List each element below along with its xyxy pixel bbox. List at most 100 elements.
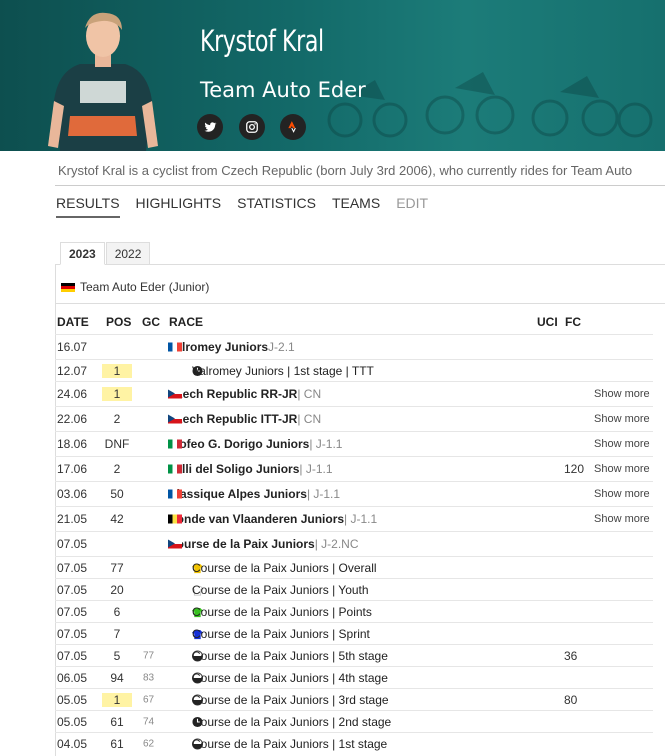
result-position: 5 xyxy=(113,648,121,663)
race-link[interactable]: Course de la Paix Juniors | 2nd stage xyxy=(192,715,391,729)
result-position: 1 xyxy=(102,692,132,707)
race-link[interactable]: Course de la Paix Juniors | 1st stage xyxy=(192,737,387,751)
result-date: 21.05 xyxy=(57,512,88,526)
table-row[interactable]: 04.05 61 62 Course de la Paix Juniors | 1st… xyxy=(55,732,653,754)
race-link[interactable]: Course de la Paix Juniors | Points xyxy=(192,605,372,619)
race-link[interactable]: Classique Alpes Juniors xyxy=(168,487,307,501)
table-row[interactable]: 21.05 42 Ronde van Vlaanderen Juniors | J-… xyxy=(55,506,653,531)
race-link[interactable]: Valli del Soligo Juniors xyxy=(168,462,299,476)
result-race: Classique Alpes Juniors | J-1.1 xyxy=(168,487,340,501)
result-date: 07.05 xyxy=(57,626,88,641)
table-row[interactable]: 03.06 50 Classique Alpes Juniors | J-1.1 Sh… xyxy=(55,481,653,506)
result-race: Course de la Paix Juniors | J-2.NC xyxy=(168,537,359,551)
instagram-icon[interactable] xyxy=(239,114,265,140)
table-row[interactable]: 06.05 94 83 Course de la Paix Juniors | 4th… xyxy=(55,666,653,688)
season-team[interactable]: Team Auto Eder (Junior) xyxy=(61,280,209,294)
table-row[interactable]: 07.05 7 Course de la Paix Juniors | Sprint xyxy=(55,622,653,644)
result-gc: 62 xyxy=(143,738,155,749)
race-link[interactable]: Ronde van Vlaanderen Juniors xyxy=(168,512,344,526)
table-row[interactable]: 07.05 5 77 Course de la Paix Juniors | 5th … xyxy=(55,644,653,666)
rider-team[interactable]: Team Auto Eder xyxy=(200,78,366,102)
race-link[interactable]: Valromey Juniors | 1st stage | TTT xyxy=(192,364,374,378)
result-race: Valli del Soligo Juniors | J-1.1 xyxy=(168,462,333,476)
table-row[interactable]: 07.05 20 Course de la Paix Juniors | Youth xyxy=(55,578,653,600)
result-date: 22.06 xyxy=(57,412,88,426)
tab-edit[interactable]: EDIT xyxy=(396,195,428,218)
race-link[interactable]: Course de la Paix Juniors | Sprint xyxy=(192,627,370,641)
result-date: 05.05 xyxy=(57,714,88,729)
table-row[interactable]: 12.07 1 Valromey Juniors | 1st stage | TTT xyxy=(55,359,653,381)
divider xyxy=(55,185,665,186)
race-link[interactable]: Course de la Paix Juniors | Overall xyxy=(192,561,377,575)
race-link[interactable]: Czech Republic RR-JR xyxy=(168,387,297,401)
flag-icon xyxy=(168,414,182,424)
result-position: 61 xyxy=(110,736,124,751)
table-row[interactable]: 05.05 61 74 Course de la Paix Juniors | 2nd… xyxy=(55,710,653,732)
race-link[interactable]: Trofeo G. Dorigo Juniors xyxy=(168,437,309,451)
tab-teams[interactable]: TEAMS xyxy=(332,195,380,218)
flag-icon xyxy=(168,342,182,352)
race-link[interactable]: Course de la Paix Juniors | 5th stage xyxy=(192,649,388,663)
result-date: 24.06 xyxy=(57,387,88,401)
table-row[interactable]: 22.06 2 Czech Republic ITT-JR | CN Show mor… xyxy=(55,406,653,431)
show-more-link[interactable]: Show more xyxy=(594,388,650,400)
result-date: 07.05 xyxy=(57,648,88,663)
result-date: 07.05 xyxy=(57,582,88,597)
result-race: Valromey Juniors J-2.1 xyxy=(168,340,295,354)
show-more-link[interactable]: Show more xyxy=(594,438,650,450)
rider-photo xyxy=(40,6,165,151)
result-position: DNF xyxy=(104,437,130,451)
race-link[interactable]: Valromey Juniors xyxy=(168,340,268,354)
table-row[interactable]: 05.05 1 67 Course de la Paix Juniors | 3rd … xyxy=(55,688,653,710)
result-position: 42 xyxy=(110,512,124,526)
season-tab-2022[interactable]: 2022 xyxy=(105,242,151,265)
result-gc: 77 xyxy=(143,650,155,661)
twitter-icon[interactable] xyxy=(197,114,223,140)
result-gc: 83 xyxy=(143,672,155,683)
season-tabs: 2023 2022 xyxy=(60,242,151,265)
table-row[interactable]: 24.06 1 Czech Republic RR-JR | CN Show more xyxy=(55,381,653,406)
table-row[interactable]: 07.05 77 Course de la Paix Juniors | Overa… xyxy=(55,556,653,578)
show-more-link[interactable]: Show more xyxy=(594,413,650,425)
result-uci-points: 120 xyxy=(564,462,585,476)
result-date: 06.05 xyxy=(57,670,88,685)
show-more-link[interactable]: Show more xyxy=(594,488,650,500)
race-class: | J-1.1 xyxy=(344,512,378,526)
tab-highlights[interactable]: HIGHLIGHTS xyxy=(136,195,222,218)
result-date: 07.05 xyxy=(57,537,88,551)
result-date: 04.05 xyxy=(57,736,88,751)
results-table: 16.07 Valromey Juniors J-2.1 12.07 1 Valrome… xyxy=(55,334,653,754)
result-date: 03.06 xyxy=(57,487,88,501)
result-date: 18.06 xyxy=(57,437,88,451)
race-class: | CN xyxy=(297,412,322,426)
column-fc: FC xyxy=(565,315,581,329)
show-more-link[interactable]: Show more xyxy=(594,463,650,475)
race-link[interactable]: Czech Republic ITT-JR xyxy=(168,412,297,426)
race-link[interactable]: Course de la Paix Juniors | 4th stage xyxy=(192,671,388,685)
flag-icon xyxy=(168,389,182,399)
season-tab-2023[interactable]: 2023 xyxy=(60,242,105,265)
show-more-link[interactable]: Show more xyxy=(594,513,650,525)
flag-icon xyxy=(168,539,182,549)
result-date: 16.07 xyxy=(57,340,88,354)
tab-results[interactable]: RESULTS xyxy=(56,195,120,218)
rider-bio: Krystof Kral is a cyclist from Czech Rep… xyxy=(58,163,633,178)
divider xyxy=(55,303,665,304)
strava-icon[interactable] xyxy=(280,114,306,140)
race-link[interactable]: Course de la Paix Juniors | 3rd stage xyxy=(192,693,389,707)
race-link[interactable]: Course de la Paix Juniors xyxy=(168,537,315,551)
table-row[interactable]: 18.06 DNF Trofeo G. Dorigo Juniors | J-1.1… xyxy=(55,431,653,456)
result-position: 2 xyxy=(113,462,121,476)
table-row[interactable]: 07.05 Course de la Paix Juniors | J-2.NC xyxy=(55,531,653,556)
result-date: 05.05 xyxy=(57,692,88,707)
table-row[interactable]: 16.07 Valromey Juniors J-2.1 xyxy=(55,334,653,359)
table-row[interactable]: 07.05 6 Course de la Paix Juniors | Points xyxy=(55,600,653,622)
result-uci-points: 80 xyxy=(564,692,578,707)
result-date: 07.05 xyxy=(57,560,88,575)
column-date: DATE xyxy=(57,315,89,329)
tab-statistics[interactable]: STATISTICS xyxy=(237,195,316,218)
race-link[interactable]: Course de la Paix Juniors | Youth xyxy=(192,583,369,597)
result-position: 20 xyxy=(110,582,124,597)
table-row[interactable]: 17.06 2 Valli del Soligo Juniors | J-1.1 12… xyxy=(55,456,653,481)
result-position: 1 xyxy=(102,387,132,401)
